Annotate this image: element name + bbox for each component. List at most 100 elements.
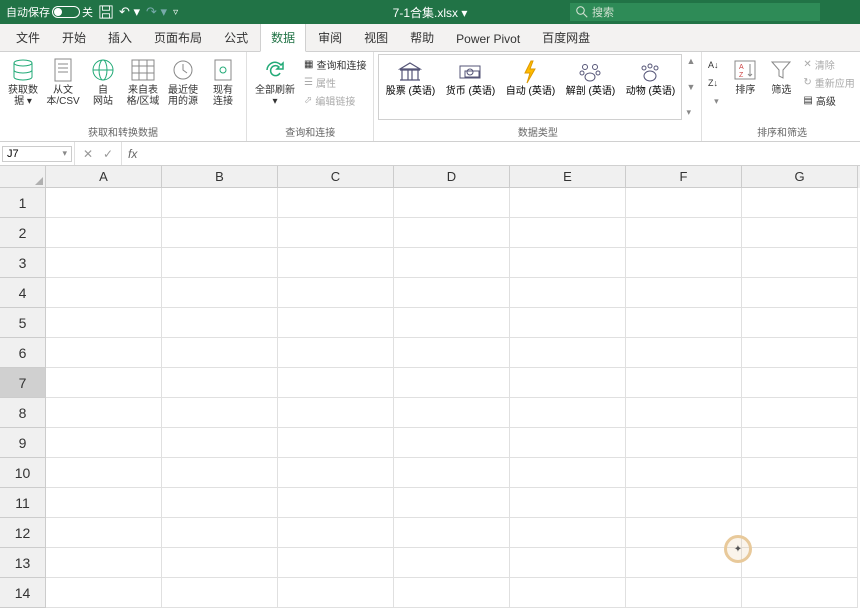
row-header-8[interactable]: 8 [0, 398, 46, 428]
menu-tab-文件[interactable]: 文件 [6, 24, 50, 51]
column-header-G[interactable]: G [742, 166, 858, 188]
existing-connections-button[interactable]: 现有 连接 [204, 54, 242, 107]
cell-B13[interactable] [162, 548, 278, 578]
scroll-down-icon[interactable]: ▼ [686, 82, 695, 92]
cell-F13[interactable] [626, 548, 742, 578]
cell-D10[interactable] [394, 458, 510, 488]
cell-A9[interactable] [46, 428, 162, 458]
cell-G8[interactable] [742, 398, 858, 428]
toggle-switch-icon[interactable] [52, 6, 80, 18]
cell-A14[interactable] [46, 578, 162, 608]
menu-tab-开始[interactable]: 开始 [52, 24, 96, 51]
menu-tab-插入[interactable]: 插入 [98, 24, 142, 51]
cell-E11[interactable] [510, 488, 626, 518]
cell-E12[interactable] [510, 518, 626, 548]
cell-F11[interactable] [626, 488, 742, 518]
cell-D2[interactable] [394, 218, 510, 248]
from-web-button[interactable]: 自 网站 [84, 54, 122, 107]
cell-F14[interactable] [626, 578, 742, 608]
chevron-down-icon[interactable]: ▾ [62, 148, 67, 159]
cell-D14[interactable] [394, 578, 510, 608]
cell-C13[interactable] [278, 548, 394, 578]
cell-C1[interactable] [278, 188, 394, 218]
fx-icon[interactable]: fx [122, 147, 143, 161]
cell-B6[interactable] [162, 338, 278, 368]
menu-tab-帮助[interactable]: 帮助 [400, 24, 444, 51]
name-box[interactable]: J7 ▾ [2, 146, 72, 162]
cell-G3[interactable] [742, 248, 858, 278]
cell-G12[interactable] [742, 518, 858, 548]
cell-B5[interactable] [162, 308, 278, 338]
recent-sources-button[interactable]: 最近使 用的源 [164, 54, 202, 107]
cell-G7[interactable] [742, 368, 858, 398]
row-header-1[interactable]: 1 [0, 188, 46, 218]
cell-B3[interactable] [162, 248, 278, 278]
cell-B8[interactable] [162, 398, 278, 428]
menu-tab-数据[interactable]: 数据 [260, 23, 306, 52]
cell-E9[interactable] [510, 428, 626, 458]
cell-C2[interactable] [278, 218, 394, 248]
datatype-animal[interactable]: 动物 (英语) [622, 58, 678, 97]
cell-G14[interactable] [742, 578, 858, 608]
cell-B11[interactable] [162, 488, 278, 518]
column-header-C[interactable]: C [278, 166, 394, 188]
cell-G1[interactable] [742, 188, 858, 218]
cell-E6[interactable] [510, 338, 626, 368]
cell-D3[interactable] [394, 248, 510, 278]
cell-C9[interactable] [278, 428, 394, 458]
cell-D7[interactable] [394, 368, 510, 398]
row-header-13[interactable]: 13 [0, 548, 46, 578]
undo-button[interactable]: ↶ ▾ [119, 4, 140, 20]
cell-F7[interactable] [626, 368, 742, 398]
cell-F9[interactable] [626, 428, 742, 458]
cell-F12[interactable] [626, 518, 742, 548]
row-header-14[interactable]: 14 [0, 578, 46, 608]
column-header-B[interactable]: B [162, 166, 278, 188]
confirm-formula-button[interactable]: ✓ [99, 147, 117, 161]
cell-E8[interactable] [510, 398, 626, 428]
queries-connections-button[interactable]: ▦ 查询和连接 [301, 56, 369, 73]
document-title[interactable]: 7-1合集.xlsx ▾ [393, 4, 468, 21]
cell-A4[interactable] [46, 278, 162, 308]
qat-customize-button[interactable]: ▿ [173, 7, 178, 18]
cell-A6[interactable] [46, 338, 162, 368]
cell-C4[interactable] [278, 278, 394, 308]
cell-D5[interactable] [394, 308, 510, 338]
cell-G4[interactable] [742, 278, 858, 308]
column-header-E[interactable]: E [510, 166, 626, 188]
datatypes-gallery[interactable]: 股票 (英语)货币 (英语)自动 (英语)解剖 (英语)动物 (英语) [378, 54, 682, 120]
cell-F8[interactable] [626, 398, 742, 428]
menu-tab-Power Pivot[interactable]: Power Pivot [446, 27, 530, 51]
sort-expand-button[interactable]: ▾ [706, 92, 726, 110]
cell-F5[interactable] [626, 308, 742, 338]
sort-button[interactable]: AZ 排序 [728, 54, 762, 96]
cell-D1[interactable] [394, 188, 510, 218]
datatype-bolt[interactable]: 自动 (英语) [502, 58, 558, 97]
refresh-all-button[interactable]: 全部刷新 ▾ [251, 54, 299, 107]
cell-A7[interactable] [46, 368, 162, 398]
get-data-button[interactable]: 获取数 据 ▾ [4, 54, 42, 107]
cell-D12[interactable] [394, 518, 510, 548]
from-text-csv-button[interactable]: 从文 本/CSV [44, 54, 82, 107]
menu-tab-公式[interactable]: 公式 [214, 24, 258, 51]
redo-button[interactable]: ↷ ▾ [146, 4, 167, 20]
cell-A13[interactable] [46, 548, 162, 578]
cell-G9[interactable] [742, 428, 858, 458]
cell-B2[interactable] [162, 218, 278, 248]
row-header-4[interactable]: 4 [0, 278, 46, 308]
cell-G6[interactable] [742, 338, 858, 368]
menu-tab-百度网盘[interactable]: 百度网盘 [532, 24, 600, 51]
menu-tab-视图[interactable]: 视图 [354, 24, 398, 51]
row-header-10[interactable]: 10 [0, 458, 46, 488]
cell-E2[interactable] [510, 218, 626, 248]
cell-E3[interactable] [510, 248, 626, 278]
autosave-toggle[interactable]: 自动保存 关 [6, 4, 93, 20]
cell-E7[interactable] [510, 368, 626, 398]
row-header-12[interactable]: 12 [0, 518, 46, 548]
datatype-currency[interactable]: 货币 (英语) [442, 58, 498, 97]
select-all-corner[interactable] [0, 166, 46, 188]
cell-A11[interactable] [46, 488, 162, 518]
cell-B7[interactable] [162, 368, 278, 398]
row-header-9[interactable]: 9 [0, 428, 46, 458]
cell-D9[interactable] [394, 428, 510, 458]
